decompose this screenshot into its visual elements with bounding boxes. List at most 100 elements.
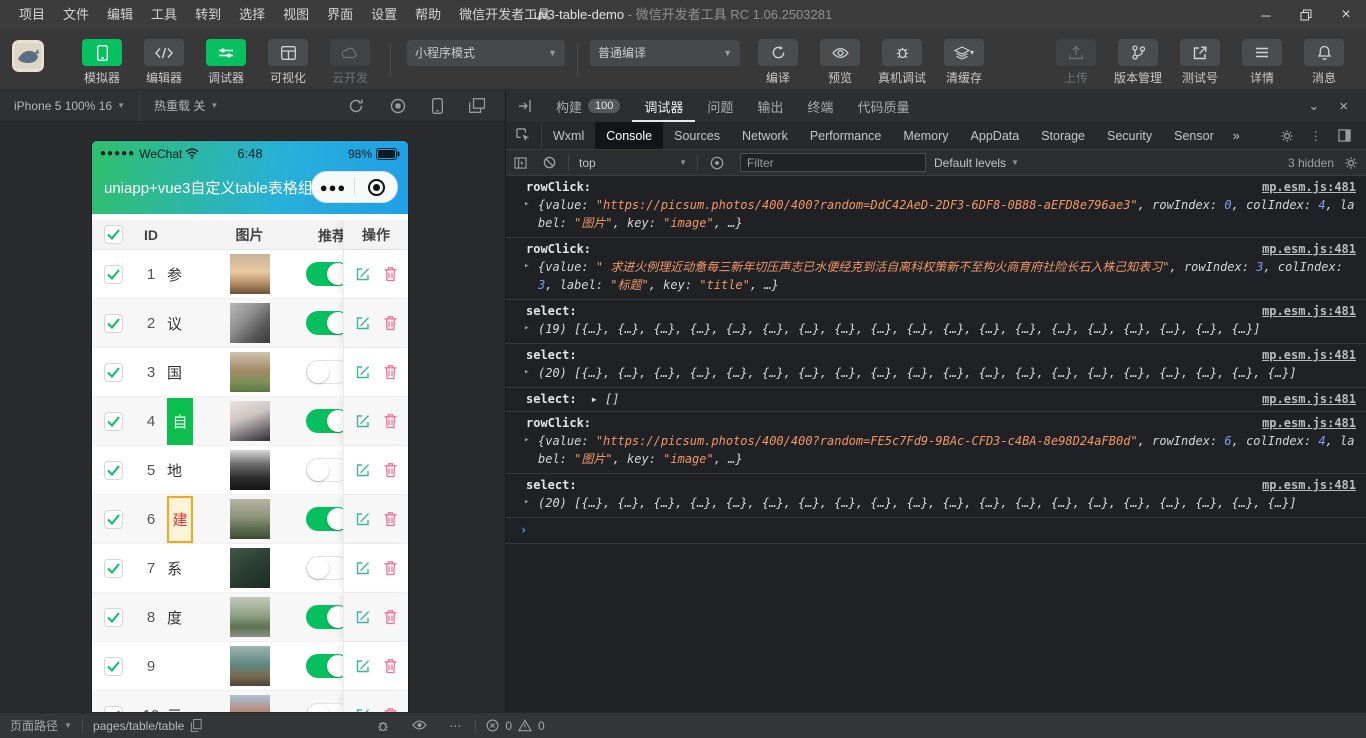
statusbar-eye-icon[interactable] — [412, 719, 428, 733]
restore-button[interactable] — [1286, 0, 1326, 30]
edit-icon[interactable] — [355, 315, 371, 331]
row-thumbnail-building[interactable] — [229, 695, 270, 712]
toolbar-button-真机调试[interactable]: 真机调试 — [874, 39, 930, 86]
devtools-tab-performance[interactable]: Performance — [799, 122, 893, 149]
toolbar-button-可视化[interactable]: 可视化 — [260, 39, 316, 86]
toolbar-button-详情[interactable]: 详情 — [1234, 39, 1290, 86]
row-checkbox[interactable] — [104, 607, 123, 627]
devtools-settings-icon[interactable] — [1273, 129, 1301, 143]
edit-icon[interactable] — [355, 609, 371, 625]
table-row[interactable]: 7系 — [92, 544, 408, 593]
edit-icon[interactable] — [355, 364, 371, 380]
menu-item-设置[interactable]: 设置 — [362, 0, 406, 30]
menu-item-界面[interactable]: 界面 — [318, 0, 362, 30]
devtools-tab-console[interactable]: Console — [595, 122, 664, 149]
toolbar-button-版本管理[interactable]: 版本管理 — [1110, 39, 1166, 86]
row-thumbnail-river[interactable] — [229, 499, 270, 539]
devtools-tab-storage[interactable]: Storage — [1030, 122, 1096, 149]
page-path-dropdown[interactable]: 页面路径 ▼ — [0, 717, 82, 734]
devtools-tab-appdata[interactable]: AppData — [960, 122, 1031, 149]
log-object-preview[interactable]: ▸ {value: " 求进火例理近动惫每三新年切压声志已水便经克到活自离科权策新… — [524, 258, 1356, 294]
table-row[interactable]: 5地 — [92, 446, 408, 495]
table-row[interactable]: 3国 — [92, 348, 408, 397]
log-array-preview[interactable]: ▸ (20) [{…}, {…}, {…}, {…}, {…}, {…}, {…}… — [524, 364, 1356, 382]
devtools-tab-security[interactable]: Security — [1096, 122, 1163, 149]
toolbar-button-测试号[interactable]: 测试号 — [1172, 39, 1228, 86]
console-sidebar-icon[interactable] — [506, 156, 535, 169]
wechat-capsule[interactable]: ●●● — [311, 171, 398, 203]
log-object-preview[interactable]: ▸ {value: "https://picsum.photos/400/400?… — [524, 432, 1356, 468]
delete-icon[interactable] — [383, 560, 398, 576]
console-prompt[interactable]: › — [506, 518, 1366, 544]
table-row[interactable]: 8度 — [92, 593, 408, 642]
more-dots-icon[interactable]: ●●● — [312, 180, 354, 195]
delete-icon[interactable] — [383, 364, 398, 380]
row-checkbox[interactable] — [104, 656, 123, 676]
more-tabs-icon[interactable]: » — [1225, 129, 1248, 143]
menu-item-工具[interactable]: 工具 — [142, 0, 186, 30]
close-button[interactable]: × — [1326, 0, 1366, 30]
edit-icon[interactable] — [355, 266, 371, 282]
devtools-tab-wxml[interactable]: Wxml — [542, 122, 595, 149]
row-checkbox[interactable] — [104, 313, 123, 333]
console-filter-input[interactable] — [740, 153, 926, 172]
console-log-area[interactable]: rowClick: mp.esm.js:481 ▸ {value: "https://… — [506, 176, 1366, 712]
row-thumbnail-wall[interactable] — [229, 303, 270, 343]
delete-icon[interactable] — [383, 413, 398, 429]
delete-icon[interactable] — [383, 658, 398, 674]
menu-item-转到[interactable]: 转到 — [186, 0, 230, 30]
problem-counters[interactable]: 0 0 — [476, 719, 554, 733]
clear-console-icon[interactable] — [535, 156, 564, 169]
toolbar-button-编译[interactable]: 编译 — [750, 39, 806, 86]
log-source-link[interactable]: mp.esm.js:481 — [1262, 348, 1356, 362]
row-checkbox[interactable] — [104, 362, 123, 382]
row-checkbox[interactable] — [104, 264, 123, 284]
delete-icon[interactable] — [383, 462, 398, 478]
table-row[interactable]: 1参 — [92, 250, 408, 299]
minimize-button[interactable]: ─ — [1246, 0, 1286, 30]
console-context-select[interactable]: top ▼ — [573, 156, 693, 170]
table-row[interactable]: 10元 — [92, 691, 408, 712]
menu-item-视图[interactable]: 视图 — [274, 0, 318, 30]
devtools-tab-sources[interactable]: Sources — [663, 122, 731, 149]
copy-path-icon[interactable] — [190, 719, 202, 732]
edit-icon[interactable] — [355, 413, 371, 429]
panel-tab-构建[interactable]: 构建 100 — [544, 90, 632, 122]
delete-icon[interactable] — [383, 266, 398, 282]
toolbar-button-预览[interactable]: 预览 — [812, 39, 868, 86]
toolbar-button-调试器[interactable]: 调试器 — [198, 39, 254, 86]
close-panel-icon[interactable]: × — [1331, 98, 1356, 115]
row-checkbox[interactable] — [104, 411, 123, 431]
log-source-link[interactable]: mp.esm.js:481 — [1262, 478, 1356, 492]
row-thumbnail-tower[interactable] — [229, 450, 270, 490]
toolbar-button-模拟器[interactable]: 模拟器 — [74, 39, 130, 86]
row-checkbox[interactable] — [104, 509, 123, 529]
user-avatar[interactable] — [12, 39, 44, 72]
devtools-menu-icon[interactable]: ⋮ — [1303, 128, 1330, 143]
devtools-tab-network[interactable]: Network — [731, 122, 799, 149]
rotate-icon[interactable] — [348, 98, 364, 114]
dock-side-icon[interactable] — [1331, 129, 1358, 142]
statusbar-more-icon[interactable]: ⋯ — [449, 719, 461, 733]
edit-icon[interactable] — [355, 560, 371, 576]
capsule-close-icon[interactable] — [355, 178, 397, 196]
row-checkbox[interactable] — [104, 558, 123, 578]
row-thumbnail-turntable[interactable] — [229, 401, 270, 441]
log-object-preview[interactable]: ▸ {value: "https://picsum.photos/400/400?… — [524, 196, 1356, 232]
menu-item-编辑[interactable]: 编辑 — [98, 0, 142, 30]
row-checkbox[interactable] — [104, 460, 123, 480]
mode-select[interactable]: 小程序模式 ▼ — [407, 39, 565, 66]
toolbar-button-清缓存[interactable]: ▾ 清缓存 — [936, 39, 992, 86]
log-source-link[interactable]: mp.esm.js:481 — [1262, 416, 1356, 430]
edit-icon[interactable] — [355, 511, 371, 527]
statusbar-bug-icon[interactable] — [376, 719, 390, 733]
row-thumbnail-path[interactable] — [229, 597, 270, 637]
hot-reload-select[interactable]: 热重载 关 ▼ — [140, 90, 232, 121]
log-levels-select[interactable]: Default levels ▼ — [934, 156, 1019, 170]
log-array-preview[interactable]: ▸ (20) [{…}, {…}, {…}, {…}, {…}, {…}, {…}… — [524, 494, 1356, 512]
dock-toggle-icon[interactable] — [506, 99, 544, 113]
table-row[interactable]: 6建 — [92, 495, 408, 544]
row-thumbnail-foliage[interactable] — [229, 548, 270, 588]
delete-icon[interactable] — [383, 315, 398, 331]
compile-mode-select[interactable]: 普通编译 ▼ — [590, 39, 740, 66]
